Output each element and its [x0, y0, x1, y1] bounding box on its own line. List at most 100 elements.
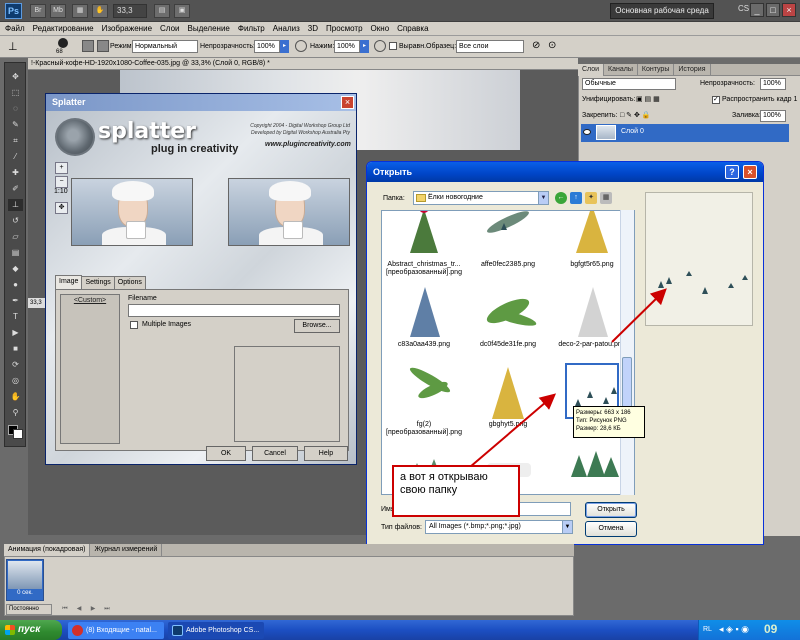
pressure-size-icon[interactable]: ⊙ — [548, 40, 560, 52]
pan-hand-icon[interactable]: ✥ — [55, 202, 68, 214]
language-indicator[interactable]: RL — [703, 626, 712, 633]
back-icon[interactable]: ← — [555, 192, 567, 204]
flow-field[interactable]: 100% — [334, 40, 360, 53]
eyedropper-tool-icon[interactable]: ⁄ — [8, 151, 23, 163]
hand-tool-icon[interactable]: ✋ — [8, 391, 23, 403]
frame-delay[interactable]: 0 сек. — [8, 590, 42, 596]
folder-dropdown-icon[interactable]: ▼ — [538, 191, 549, 205]
bridge-icon[interactable]: Br — [30, 4, 46, 18]
screen-mode-icon[interactable]: ▣ — [174, 4, 190, 18]
file-list-scrollbar[interactable] — [620, 210, 634, 495]
tray-icons[interactable]: ◂ ◈ ▪ ◉ — [719, 624, 749, 635]
zoom-tool-icon[interactable]: ⚲ — [8, 407, 23, 419]
view-menu-icon[interactable]: ▦ — [600, 192, 612, 204]
sample-select[interactable]: Все слои — [456, 40, 524, 53]
workspace-button[interactable]: Основная рабочая среда — [610, 3, 714, 19]
file-item[interactable]: Abstract_christmas_tr... [преобразованны… — [384, 211, 464, 283]
tab-settings[interactable]: Settings — [81, 276, 115, 289]
file-item[interactable]: dc0f45de31fe.png — [468, 283, 548, 363]
layer-opacity-field[interactable]: 100% — [760, 78, 786, 90]
3d-orbit-tool-icon[interactable]: ◎ — [8, 375, 23, 387]
clock[interactable]: 09 — [764, 622, 777, 636]
filetype-select[interactable]: All Images (*.bmp;*.png;*.jpg) — [425, 520, 573, 534]
aligned-checkbox[interactable] — [389, 42, 397, 50]
multiple-images-checkbox[interactable] — [130, 321, 138, 329]
tab-measurement-log[interactable]: Журнал измерений — [90, 544, 163, 556]
folder-select[interactable]: Ёлки новогодние — [413, 191, 549, 205]
document-tab[interactable]: !-Красный-кофе-HD-1920x1080-Coffee-035.j… — [28, 58, 578, 70]
play-icon[interactable]: ▶ — [88, 604, 98, 614]
filename-input[interactable] — [128, 304, 340, 317]
file-item[interactable]: affe0fec2385.png — [468, 211, 548, 283]
new-folder-icon[interactable]: ✦ — [585, 192, 597, 204]
tab-channels[interactable]: Каналы — [604, 63, 638, 76]
up-folder-icon[interactable]: ↑ — [570, 192, 582, 204]
fill-field[interactable]: 100% — [760, 110, 786, 122]
maximize-button[interactable]: □ — [766, 3, 780, 17]
filetype-dropdown-icon[interactable]: ▼ — [562, 520, 573, 534]
unify-icons[interactable]: ▣ ▤ ▦ — [636, 95, 666, 105]
opacity-slider-arrow[interactable]: ▸ — [280, 40, 289, 53]
lock-icons[interactable]: □ ✎ ✥ 🔒 — [620, 111, 660, 121]
close-button[interactable]: × — [782, 3, 796, 17]
tab-paths[interactable]: Контуры — [638, 63, 675, 76]
menu-select[interactable]: Выделение — [187, 24, 229, 33]
splatter-close-button[interactable]: × — [341, 96, 354, 109]
cs-live[interactable]: CS — [738, 4, 749, 13]
next-frame-icon[interactable]: ⏭ — [102, 604, 112, 614]
file-list[interactable]: Abstract_christmas_tr... [преобразованны… — [381, 210, 635, 495]
previous-frame-icon[interactable]: ◀ — [74, 604, 84, 614]
blur-tool-icon[interactable]: ◆ — [8, 263, 23, 275]
menu-analysis[interactable]: Анализ — [273, 24, 300, 33]
file-item[interactable]: c83a0aa439.png — [384, 283, 464, 363]
ok-button[interactable]: OK — [206, 446, 246, 461]
brush-preset-icon[interactable] — [58, 38, 68, 48]
menu-3d[interactable]: 3D — [308, 24, 318, 33]
eraser-tool-icon[interactable]: ▱ — [8, 231, 23, 243]
clone-stamp-tool-icon[interactable]: ⊥ — [8, 40, 22, 54]
splatter-cancel-button[interactable]: Cancel — [252, 446, 298, 461]
loop-select[interactable]: Постоянно — [6, 604, 52, 615]
open-close-button[interactable]: × — [743, 165, 757, 179]
minibridge-icon[interactable]: Mb — [50, 4, 66, 18]
dodge-tool-icon[interactable]: ● — [8, 279, 23, 291]
menu-image[interactable]: Изображение — [102, 24, 152, 33]
arrange-documents-icon[interactable]: ▤ — [154, 4, 170, 18]
open-button[interactable]: Открыть — [585, 502, 637, 518]
menu-edit[interactable]: Редактирование — [33, 24, 94, 33]
cancel-button[interactable]: Отмена — [585, 521, 637, 537]
menu-view[interactable]: Просмотр — [326, 24, 363, 33]
preset-list-item[interactable]: <Custom> — [63, 297, 117, 304]
type-tool-icon[interactable]: T — [8, 311, 23, 323]
crop-tool-icon[interactable]: ⌗ — [8, 135, 23, 147]
tab-layers[interactable]: Слои — [578, 63, 605, 76]
browse-button[interactable]: Browse... — [294, 319, 340, 333]
tab-options[interactable]: Options — [113, 276, 146, 289]
blend-mode-select[interactable]: Обычные — [582, 78, 676, 90]
hand-tool-icon[interactable]: ✋ — [92, 4, 108, 18]
zoom-level-field[interactable]: 33,3 — [113, 4, 147, 18]
brush-tool-icon[interactable]: ✐ — [8, 183, 23, 195]
menu-file[interactable]: Файл — [5, 24, 25, 33]
minimize-button[interactable]: _ — [750, 3, 764, 17]
toggle-brush-panel-icon[interactable] — [82, 40, 94, 52]
menu-filter[interactable]: Фильтр — [238, 24, 265, 33]
file-item[interactable]: gbghyt5.png — [468, 363, 548, 443]
clone-stamp-icon[interactable]: ⊥ — [8, 199, 23, 211]
marquee-tool-icon[interactable]: ⬚ — [8, 87, 23, 99]
history-brush-icon[interactable]: ↺ — [8, 215, 23, 227]
airbrush-icon[interactable] — [374, 40, 386, 52]
pen-tool-icon[interactable]: ✒ — [8, 295, 23, 307]
opacity-field[interactable]: 100% — [254, 40, 280, 53]
view-extras-icon[interactable]: ▦ — [72, 4, 88, 18]
propagate-checkbox[interactable]: ✓ — [712, 96, 720, 104]
lasso-tool-icon[interactable]: ◌ — [8, 103, 23, 115]
tab-image[interactable]: Image — [55, 275, 83, 289]
first-frame-icon[interactable]: ⏮ — [60, 604, 70, 614]
tab-history[interactable]: История — [674, 63, 711, 76]
3d-rotate-tool-icon[interactable]: ⟳ — [8, 359, 23, 371]
menu-window[interactable]: Окно — [371, 24, 390, 33]
background-color-swatch[interactable] — [13, 429, 23, 439]
quick-select-tool-icon[interactable]: ✎ — [8, 119, 23, 131]
file-item[interactable]: fg(2) [преобразованный].png — [384, 363, 464, 443]
